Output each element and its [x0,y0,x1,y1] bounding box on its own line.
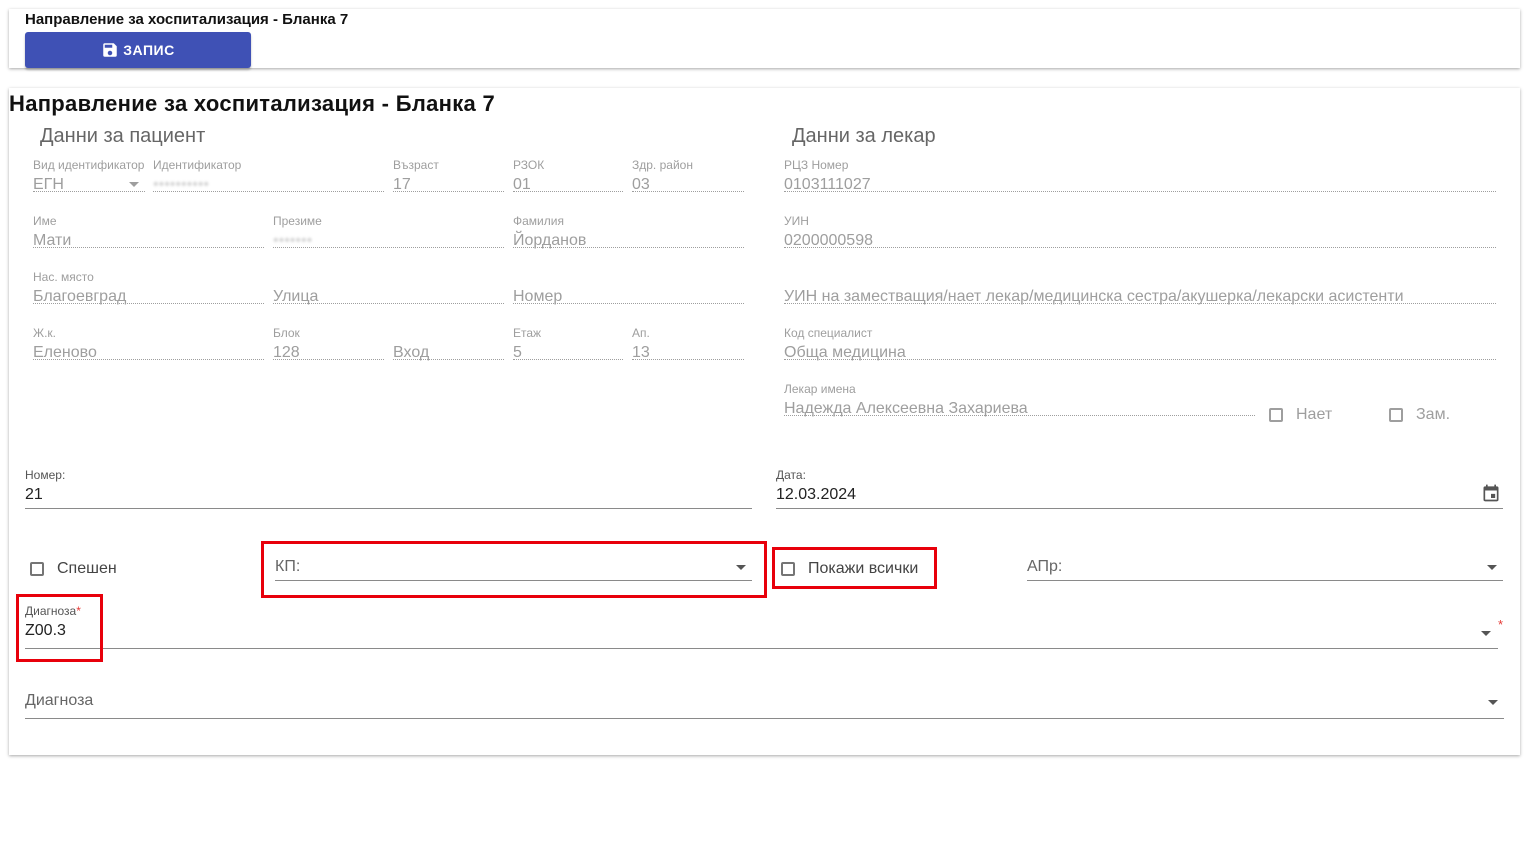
form-title: Направление за хоспитализация - Бланка 7 [9,91,496,116]
street-placeholder: Улица [273,288,319,305]
apr-select[interactable]: АПр: [1027,551,1503,581]
uin-value: 0200000598 [784,232,873,249]
floor-field[interactable]: Етаж 5 [513,326,623,361]
show-all-highlight-box [772,547,937,589]
first-name-label: Име [33,214,57,228]
id-type-select[interactable]: Вид идентификатор ЕГН [33,158,145,193]
specialist-code-value: Обща медицина [784,344,906,361]
floor-label: Етаж [513,326,542,340]
age-field[interactable]: Възраст 17 [393,158,504,193]
specialist-code-field[interactable]: Код специалист Обща медицина [784,326,1496,361]
patient-section-title: Данни за пациент [40,125,206,147]
block-label: Блок [273,326,300,340]
identifier-field[interactable]: Идентификатор •••••••••• [153,158,384,193]
health-region-label: Здр. район [632,158,693,172]
first-name-field[interactable]: Име Мати [33,214,264,249]
calendar-icon[interactable] [1481,483,1501,503]
floor-value: 5 [513,344,522,361]
date-label: Дата: [776,468,806,482]
id-type-label: Вид идентификатор [33,158,145,172]
apr-placeholder: АПр: [1027,558,1063,575]
deputy-label: Зам. [1416,406,1451,423]
health-region-field[interactable]: Здр. район 03 [632,158,744,193]
id-type-value: ЕГН [33,176,64,193]
city-value: Благоевград [33,288,127,305]
doctor-name-field[interactable]: Лекар имена Надежда Алексеевна Захариева [784,382,1255,417]
doctor-name-label: Лекар имена [784,382,856,396]
uin-label: УИН [784,214,809,228]
identifier-value: •••••••••• [153,176,210,193]
referral-form-card: Направление за хоспитализация - Бланка 7… [9,88,1520,755]
apartment-label: Ап. [632,326,650,340]
deputy-uin-placeholder: УИН на заместващия/нает лекар/медицинска… [784,288,1404,305]
first-name-value: Мати [33,232,72,249]
city-field[interactable]: Нас. място Благоевград [33,270,264,305]
number-label: Номер: [25,468,66,482]
last-name-value: Йорданов [513,232,587,249]
urgent-label: Спешен [57,560,117,577]
deputy-uin-field[interactable]: УИН на заместващия/нает лекар/медицинска… [784,272,1496,305]
diagnosis-required-marker: * [1498,617,1504,632]
rcz-number-label: РЦЗ Номер [784,158,849,172]
rzok-value: 01 [513,176,531,193]
toolbar-title: Направление за хоспитализация - Бланка 7 [25,11,349,28]
rzok-label: РЗОК [513,158,545,172]
hired-label: Нает [1296,406,1333,423]
top-toolbar: Направление за хоспитализация - Бланка 7… [9,9,1520,68]
chevron-down-icon [1488,700,1498,705]
middle-name-label: Презиме [273,214,322,228]
date-value: 12.03.2024 [776,486,857,503]
block-field[interactable]: Блок 128 [273,326,384,361]
urgent-checkbox[interactable] [30,562,44,576]
uin-field[interactable]: УИН 0200000598 [784,214,1496,249]
identifier-label: Идентификатор [153,158,242,172]
age-label: Възраст [393,158,439,172]
chevron-down-icon [1487,565,1497,570]
apartment-field[interactable]: Ап. 13 [632,326,744,361]
district-value: Еленово [33,344,97,361]
last-name-label: Фамилия [513,214,564,228]
apartment-value: 13 [632,344,650,361]
rzok-field[interactable]: РЗОК 01 [513,158,623,193]
save-button[interactable]: ЗАПИС [25,32,251,68]
number-field[interactable]: Номер: 21 [25,468,752,509]
block-value: 128 [273,344,300,361]
district-field[interactable]: Ж.к. Еленово [33,326,264,361]
chevron-down-icon [1481,631,1491,636]
rcz-number-field[interactable]: РЦЗ Номер 0103111027 [784,158,1496,193]
number-value: 21 [25,486,43,503]
doctor-section-title: Данни за лекар [792,125,936,147]
diagnosis-secondary-placeholder: Диагноза [25,692,94,709]
save-button-label: ЗАПИС [123,42,175,58]
address-number-field[interactable]: Номер [513,272,744,305]
hired-checkbox[interactable] [1269,408,1283,422]
middle-name-value: ••••••• [273,232,313,249]
street-field[interactable]: Улица [273,272,504,305]
kp-highlight-box [261,541,767,598]
diagnosis-main-select[interactable]: Диагноза* Z00.3 [25,604,1498,649]
district-label: Ж.к. [33,326,56,340]
diagnosis-secondary-select[interactable]: Диагноза [25,684,1504,719]
save-icon [103,43,118,57]
age-value: 17 [393,176,411,193]
chevron-down-icon [129,182,139,187]
doctor-name-value: Надежда Алексеевна Захариева [784,400,1028,417]
diagnosis-highlight-box [16,594,103,662]
last-name-field[interactable]: Фамилия Йорданов [513,214,744,249]
middle-name-field[interactable]: Презиме ••••••• [273,214,504,249]
address-number-placeholder: Номер [513,288,563,305]
entrance-field[interactable]: Вход [393,328,504,361]
deputy-checkbox[interactable] [1389,408,1403,422]
health-region-value: 03 [632,176,650,193]
date-field[interactable]: Дата: 12.03.2024 [776,468,1503,509]
entrance-placeholder: Вход [393,344,430,361]
city-label: Нас. място [33,270,94,284]
specialist-code-label: Код специалист [784,326,873,340]
rcz-number-value: 0103111027 [784,176,871,193]
